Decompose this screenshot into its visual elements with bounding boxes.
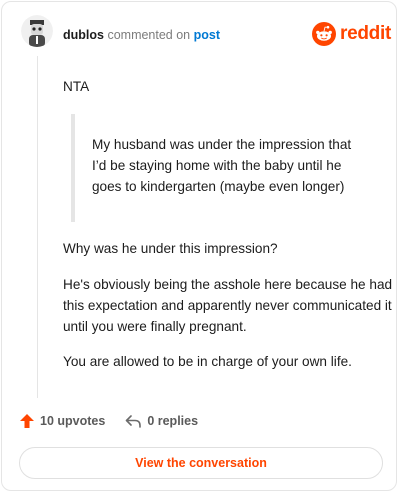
paragraph-3: You are allowed to be in charge of your … — [63, 354, 352, 369]
paragraph-2: He's obviously being the asshole here be… — [63, 277, 393, 334]
upvotes-count: 10 upvotes — [40, 414, 106, 428]
intro-text: NTA — [63, 79, 90, 94]
reddit-wordmark: reddit — [340, 23, 391, 44]
view-conversation-button[interactable]: View the conversation — [19, 447, 383, 479]
comment-intro: NTA — [63, 76, 383, 97]
reddit-logo[interactable]: reddit — [312, 21, 391, 47]
quote-text: My husband was under the impression that… — [92, 137, 352, 194]
username[interactable]: dublos — [63, 28, 104, 42]
replies-stat[interactable]: 0 replies — [125, 413, 198, 429]
comment-footer: 10 upvotes 0 replies — [19, 413, 198, 429]
comment-header: dublos commented on post — [63, 27, 220, 43]
reply-icon — [126, 415, 142, 428]
comment-card: dublos commented on post reddit NTA My h… — [1, 1, 397, 491]
replies-count: 0 replies — [147, 414, 199, 428]
avatar[interactable] — [21, 15, 53, 47]
upvotes-stat[interactable]: 10 upvotes — [19, 413, 105, 429]
reddit-alien-icon — [312, 22, 336, 46]
header-action: commented on — [107, 28, 191, 42]
paragraph-1: Why was he under this impression? — [63, 241, 278, 256]
avatar-icon — [21, 15, 53, 47]
thread-line — [37, 56, 38, 398]
upvote-arrow-icon — [20, 414, 34, 428]
post-link[interactable]: post — [194, 28, 220, 42]
